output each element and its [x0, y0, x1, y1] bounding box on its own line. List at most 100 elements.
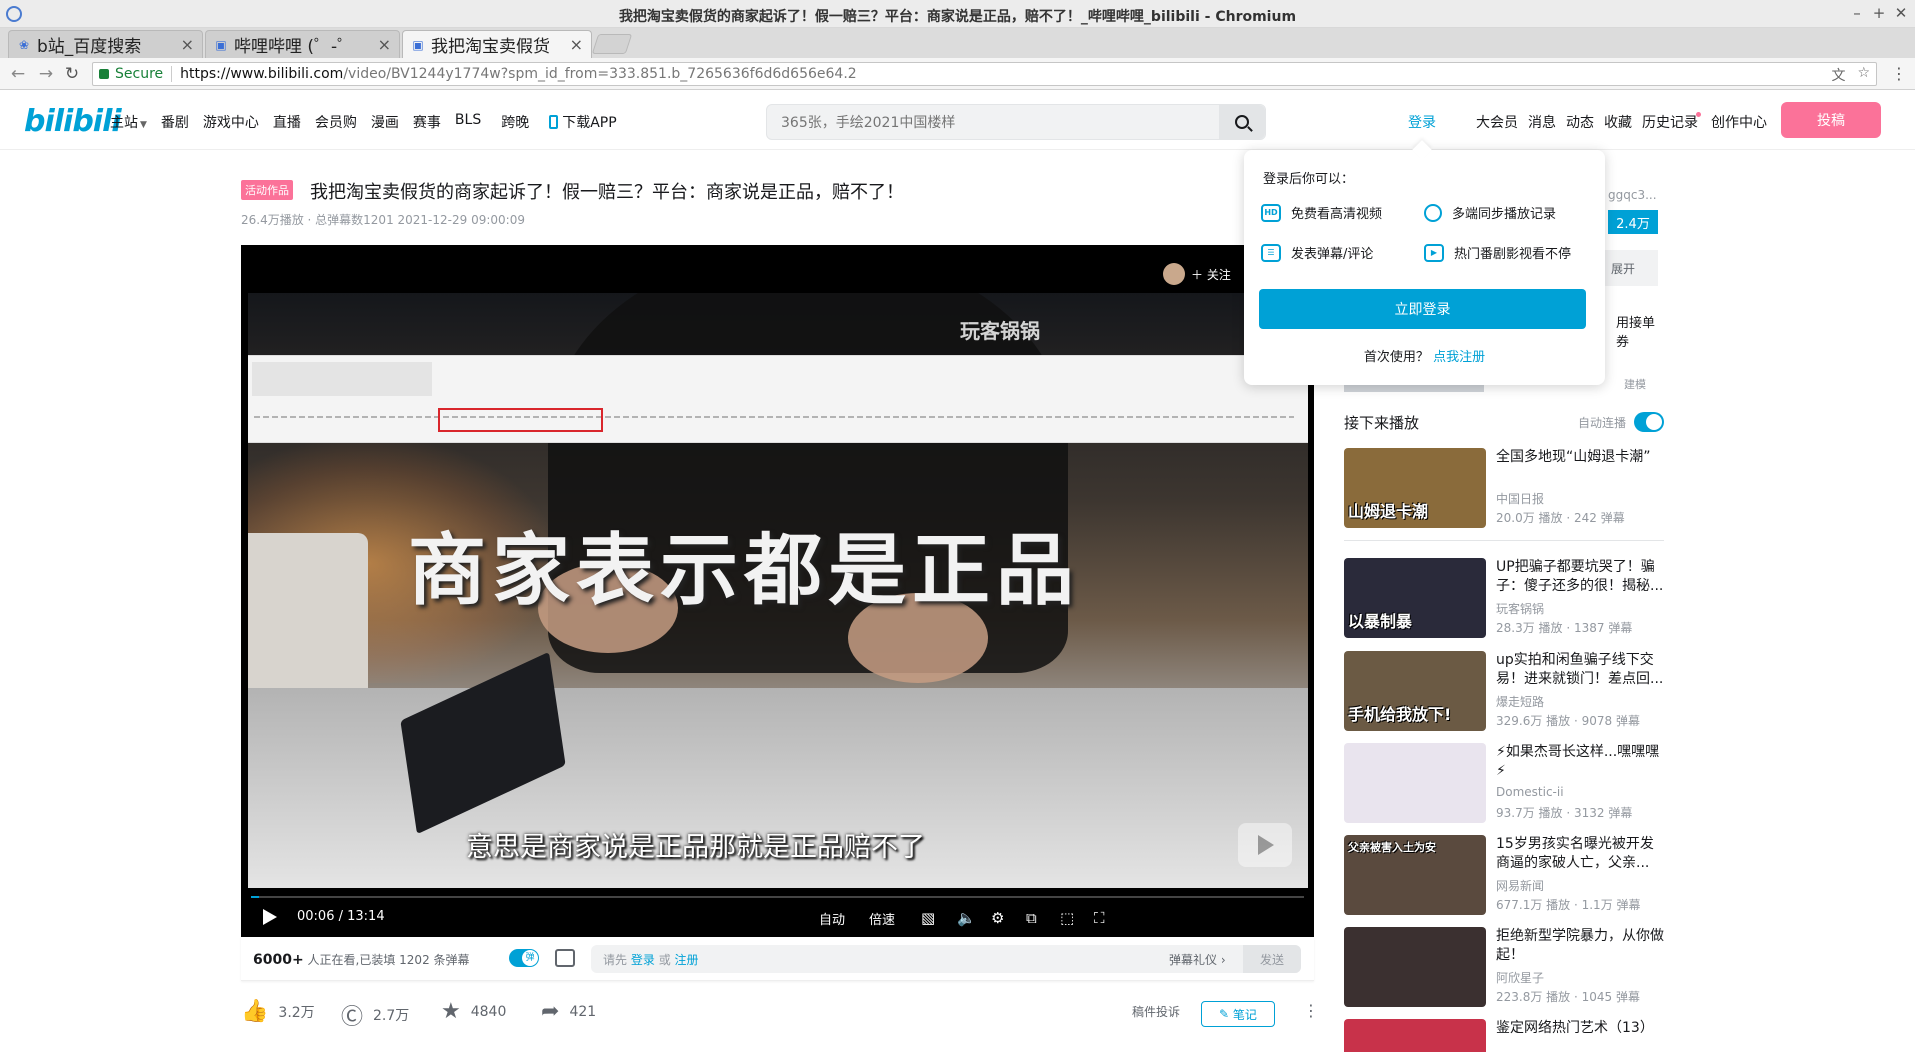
volume-icon[interactable]: 🔈: [957, 909, 976, 927]
speed-button[interactable]: 倍速: [869, 909, 895, 928]
login-link[interactable]: 登录: [1408, 112, 1436, 132]
bilibili-logo[interactable]: bilibili: [24, 104, 122, 139]
time-display: 00:06 / 13:14: [297, 909, 385, 924]
hd-icon: HD: [1261, 203, 1281, 222]
video-thumbnail[interactable]: 山姆退卡潮: [1344, 448, 1486, 528]
phone-icon: [549, 115, 559, 129]
back-icon[interactable]: ←: [8, 64, 28, 84]
nav-favorites[interactable]: 收藏: [1604, 112, 1632, 132]
play-icon[interactable]: [263, 909, 277, 925]
nav-manga[interactable]: 漫画: [371, 112, 399, 132]
maximize-icon[interactable]: +: [1870, 4, 1888, 22]
notification-dot: [1696, 112, 1701, 117]
nav-bls[interactable]: BLS: [455, 112, 481, 132]
nav-creator-center[interactable]: 创作中心: [1711, 112, 1767, 132]
quality-auto-button[interactable]: 自动: [819, 909, 845, 928]
tab-video-active[interactable]: ▣ 我把淘宝卖假货 ×: [402, 30, 592, 58]
tab-close-icon[interactable]: ×: [378, 35, 391, 54]
video-thumbnail[interactable]: 父亲被害入土为安: [1344, 835, 1486, 915]
report-link[interactable]: 稿件投诉: [1132, 1003, 1180, 1020]
settings-gear-icon[interactable]: ⚙: [991, 909, 1004, 927]
more-options-icon[interactable]: ⋮: [1303, 1001, 1319, 1020]
nav-game-center[interactable]: 游戏中心: [203, 112, 259, 132]
minimize-icon[interactable]: –: [1848, 4, 1866, 22]
login-now-button[interactable]: 立即登录: [1259, 289, 1586, 329]
new-tab-button[interactable]: [591, 34, 633, 54]
browser-toolbar: ← → ↻ Secure https://www.bilibili.com /v…: [0, 58, 1915, 90]
list-item[interactable]: 以暴制暴 UP把骗子都要坑哭了！骗子：傻子还多的很！揭秘... 玩客锅锅 28.…: [1344, 558, 1664, 640]
danmaku-settings-icon[interactable]: [555, 949, 575, 967]
tab-strip: ❀ b站_百度搜索 × ▣ 哔哩哔哩 (゜-゜ × ▣ 我把淘宝卖假货 ×: [0, 28, 1915, 58]
danmaku-off-icon[interactable]: ▧: [921, 909, 935, 927]
nav-mall[interactable]: 会员购: [315, 112, 357, 132]
search-button[interactable]: [1219, 105, 1265, 139]
video-thumbnail[interactable]: [1344, 1019, 1486, 1052]
video-player[interactable]: 玩客锅锅 商家表示都是正品 意思是商家说是正品那就是正品赔不了 ＋ 关注 00:…: [241, 245, 1314, 937]
coin-icon: Ⓒ: [341, 1005, 364, 1030]
list-item[interactable]: ⚡如果杰哥长这样...嘿嘿嘿⚡ Domestic-ii 93.7万 播放 · 3…: [1344, 743, 1664, 825]
tab-close-icon[interactable]: ×: [570, 35, 583, 54]
follow-button[interactable]: 2.4万: [1608, 210, 1658, 234]
favorite-button[interactable]: ★ 4840: [441, 999, 506, 1024]
nav-dynamics[interactable]: 动态: [1566, 112, 1594, 132]
nav-new-year-gala[interactable]: 跨晚: [501, 112, 529, 132]
video-thumbnail[interactable]: 手机给我放下!: [1344, 651, 1486, 731]
list-item[interactable]: 山姆退卡潮 全国多地现“山姆退卡潮” 中国日报 20.0万 播放 · 242 弹…: [1344, 448, 1664, 530]
list-item[interactable]: 父亲被害入土为安 15岁男孩实名曝光被开发商逼的家破人亡，父亲... 网易新闻 …: [1344, 835, 1664, 917]
video-frame[interactable]: 玩客锅锅 商家表示都是正品 意思是商家说是正品那就是正品赔不了: [248, 293, 1308, 888]
tab-bilibili-home[interactable]: ▣ 哔哩哔哩 (゜-゜ ×: [205, 30, 400, 58]
thumb-up-icon: 👍: [241, 999, 269, 1024]
activity-tag[interactable]: 活动作品: [241, 180, 293, 200]
forward-icon[interactable]: →: [36, 64, 56, 84]
nav-live[interactable]: 直播: [273, 112, 301, 132]
browser-menu-icon[interactable]: ⋮: [1891, 64, 1907, 83]
video-thumbnail[interactable]: 以暴制暴: [1344, 558, 1486, 638]
nav-messages[interactable]: 消息: [1528, 112, 1556, 132]
danmaku-register-link[interactable]: 注册: [675, 953, 699, 967]
danmaku-login-link[interactable]: 登录: [631, 953, 655, 967]
upload-button[interactable]: 投稿: [1781, 102, 1881, 138]
list-item[interactable]: 鉴定网络热门艺术（13）: [1344, 1019, 1664, 1052]
uploader-name[interactable]: ggqc3...: [1608, 188, 1657, 202]
danmaku-toggle[interactable]: [509, 949, 539, 967]
play-box-icon: ▶: [1424, 243, 1444, 262]
send-danmaku-button[interactable]: 发送: [1243, 945, 1301, 973]
fullscreen-icon[interactable]: ⛶: [1094, 909, 1105, 927]
close-window-icon[interactable]: ✕: [1892, 4, 1910, 22]
address-bar[interactable]: Secure https://www.bilibili.com /video/B…: [92, 62, 1877, 86]
nav-esports[interactable]: 赛事: [413, 112, 441, 132]
pip-icon[interactable]: ⧉: [1026, 909, 1037, 927]
reload-icon[interactable]: ↻: [62, 64, 82, 84]
video-thumbnail[interactable]: [1344, 927, 1486, 1007]
nav-download-app[interactable]: 下载APP: [549, 112, 617, 132]
nav-vip[interactable]: 大会员: [1476, 112, 1518, 132]
tab-close-icon[interactable]: ×: [181, 35, 194, 54]
register-link[interactable]: 点我注册: [1433, 350, 1485, 365]
follow-badge[interactable]: ＋ 关注: [1163, 263, 1231, 285]
tab-baidu-search[interactable]: ❀ b站_百度搜索 ×: [8, 30, 203, 58]
widescreen-icon[interactable]: ⬚: [1060, 909, 1074, 927]
share-button[interactable]: ➦ 421: [541, 999, 596, 1024]
video-thumbnail[interactable]: [1344, 743, 1486, 823]
autoplay-toggle[interactable]: [1634, 412, 1664, 432]
nav-history[interactable]: 历史记录: [1642, 112, 1701, 132]
bookmark-star-icon[interactable]: ☆: [1857, 65, 1870, 85]
danmaku-input[interactable]: 请先 登录 或 注册 弹幕礼仪 › 发送: [591, 945, 1301, 973]
like-button[interactable]: 👍 3.2万: [241, 999, 315, 1024]
bilibili-tv-icon: ▣: [412, 37, 424, 52]
url-host: https://www.bilibili.com: [180, 66, 344, 82]
danmaku-bar: 6000+ 人正在看,已装填 1202 条弹幕 请先 登录 或 注册 弹幕礼仪 …: [241, 937, 1314, 981]
note-button[interactable]: ✎ 笔记: [1201, 1001, 1275, 1027]
list-item[interactable]: 手机给我放下! up实拍和闲鱼骗子线下交易！进来就锁门！差点回... 爆走短路 …: [1344, 651, 1664, 733]
list-item[interactable]: 拒绝新型学院暴力，从你做起！ 阿欣星子 223.8万 播放 · 1045 弹幕: [1344, 927, 1664, 1009]
progress-bar[interactable]: [251, 896, 1304, 898]
nav-bangumi[interactable]: 番剧: [161, 112, 189, 132]
search-input[interactable]: [781, 113, 1201, 133]
nav-main-site[interactable]: 主站 ▼: [110, 112, 147, 132]
star-icon: ★: [441, 999, 461, 1024]
danmaku-etiquette-link[interactable]: 弹幕礼仪 ›: [1169, 951, 1226, 968]
login-popover: 登录后你可以： HD 免费看高清视频 多端同步播放记录 ☰ 发表弹幕/评论 ▶ 热门番…: [1244, 150, 1605, 385]
benefit-comment: ☰ 发表弹幕/评论: [1261, 243, 1373, 262]
coin-button[interactable]: Ⓒ 2.7万: [341, 999, 409, 1031]
translate-icon[interactable]: 文: [1831, 65, 1845, 85]
